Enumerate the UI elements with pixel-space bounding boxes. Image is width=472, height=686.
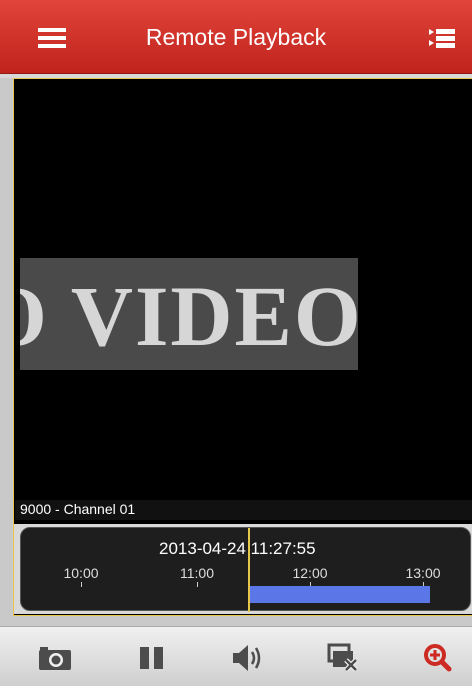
playback-toolbar bbox=[0, 626, 472, 686]
channel-label: 9000 - Channel 01 bbox=[20, 501, 136, 517]
tick-mark bbox=[197, 582, 198, 587]
tick-label: 12:00 bbox=[292, 565, 328, 581]
recording-segment[interactable] bbox=[249, 586, 430, 603]
channel-bar: 9000 - Channel 01 bbox=[15, 500, 472, 520]
video-display[interactable]: O VIDEO bbox=[15, 80, 472, 500]
tick-label: 10:00 bbox=[63, 565, 99, 581]
page-title: Remote Playback bbox=[145, 24, 327, 50]
tick-label: 11:00 bbox=[180, 565, 214, 581]
sound-button[interactable] bbox=[231, 643, 265, 673]
tick-mark bbox=[81, 582, 82, 587]
tick-label: 13:00 bbox=[405, 565, 441, 581]
zoom-button[interactable] bbox=[422, 643, 456, 673]
player-window[interactable]: O VIDEO 9000 - Channel 01 2013-04-24 11:… bbox=[13, 78, 472, 616]
zoom-in-icon bbox=[424, 644, 452, 672]
capture-button[interactable] bbox=[38, 643, 72, 673]
header-bar: Remote Playback bbox=[0, 0, 472, 74]
stop-playback-button[interactable] bbox=[327, 643, 361, 673]
device-list-button[interactable] bbox=[428, 26, 456, 50]
no-video-text: O VIDEO bbox=[20, 268, 358, 364]
current-time-label: 2013-04-24 11:27:55 bbox=[159, 539, 316, 558]
playback-timeline[interactable]: 2013-04-24 11:27:55 10:00 11:00 12:00 13… bbox=[20, 527, 471, 612]
camera-icon bbox=[39, 647, 71, 670]
stop-playback-icon bbox=[327, 643, 358, 672]
timeline-panel: 2013-04-24 11:27:55 10:00 11:00 12:00 13… bbox=[14, 524, 472, 614]
pause-button[interactable] bbox=[136, 643, 170, 673]
playback-cursor[interactable] bbox=[248, 528, 250, 612]
pause-icon bbox=[140, 647, 163, 669]
no-video-banner: O VIDEO bbox=[20, 258, 358, 370]
volume-icon bbox=[233, 645, 261, 671]
list-icon bbox=[429, 29, 455, 48]
